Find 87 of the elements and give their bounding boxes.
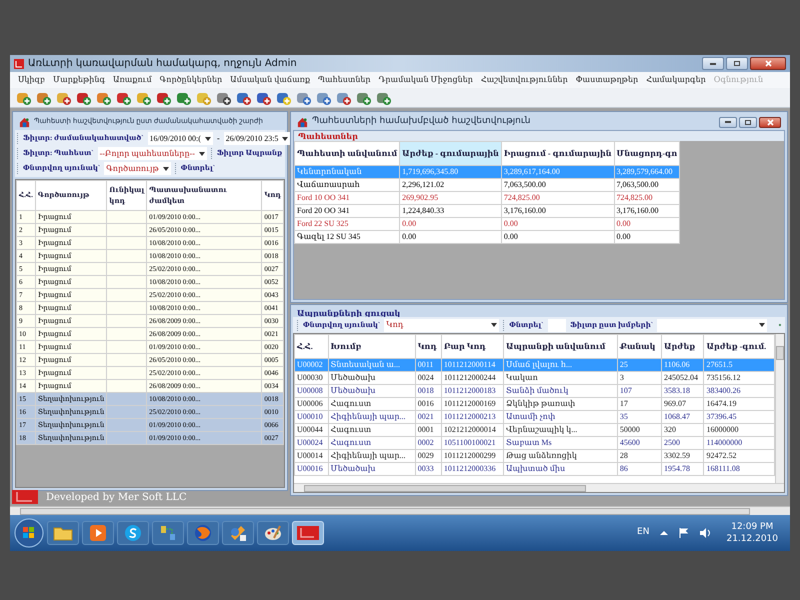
table-row[interactable]: Վաճառասրահ 2,296,121.02 7,063,500.00 7,063,500.00 <box>294 178 680 192</box>
arrow-up-icon[interactable] <box>660 529 668 537</box>
close-button[interactable] <box>750 57 786 70</box>
table-row[interactable]: U00030 Մեծածախ 0024 1011212000244 Կակաո 3 245052.04 735156.12 <box>294 372 774 384</box>
caret-icon <box>204 136 211 140</box>
window-title: Պահեստների համախմբված հաշվետվություն <box>312 115 530 128</box>
table-row[interactable]: U00044 Հագուստ 0001 1021212000014 Վերնաշապիկ կ... 50000 320 16000000 <box>294 424 774 436</box>
close-icon <box>766 118 774 126</box>
dropdown[interactable]: Գործառույթ <box>104 162 171 175</box>
maximize-button[interactable] <box>726 57 748 70</box>
column-header[interactable]: Պահեստի անվանում <box>294 142 400 166</box>
minimize-button[interactable] <box>719 116 737 128</box>
caret-icon <box>162 166 169 170</box>
table-cell: 1011212000336 <box>441 462 504 476</box>
horizontal-scrollbar[interactable] <box>294 483 784 492</box>
table-cell: 0.00 <box>614 230 680 244</box>
speaker-icon[interactable] <box>700 528 712 538</box>
menu-item[interactable]: Առաքում <box>113 74 152 86</box>
menu-item[interactable]: Հաշվետվություններ <box>480 74 568 86</box>
close-button[interactable] <box>759 116 781 128</box>
table-row[interactable]: U00008 Մեծածախ 0018 1011212000183 Տանձի մածուկ 107 3583.18 383400.26 <box>294 384 774 398</box>
house-icon <box>297 116 308 128</box>
dropdown[interactable]: --Բոլոր պահեստները-- <box>98 147 207 160</box>
caret-icon <box>282 136 288 140</box>
dropdown[interactable]: Կոդ <box>384 318 500 332</box>
maximize-button[interactable] <box>739 116 757 128</box>
menu-item[interactable]: Դրամական Միջոցներ <box>378 74 473 86</box>
search-field[interactable] <box>548 318 566 332</box>
caret-icon <box>491 323 498 327</box>
menu-item[interactable]: Պահեստներ <box>318 74 371 86</box>
house-icon <box>19 116 30 128</box>
table-cell: 0033 <box>415 462 442 476</box>
table-row[interactable]: Ford 10 OO 341 269,902.95 724,825.00 724,825.00 <box>294 192 680 204</box>
menu-item[interactable]: Գործընկերներ <box>160 74 222 86</box>
flag-icon[interactable] <box>679 528 690 538</box>
range-separator: - <box>216 132 220 144</box>
table-cell: 0.00 <box>501 230 614 244</box>
caret-icon <box>759 323 766 327</box>
table-cell: 0.00 <box>400 230 502 244</box>
table-row[interactable]: Ford 20 OO 341 1,224,840.33 3,176,160.00 3,176,160.00 <box>294 204 680 218</box>
table-cell: Ապխտած միս <box>504 462 618 476</box>
table-row[interactable]: U00010 Հիգիենայի պար... 0021 1011212000213 Ատամի չոփ 35 1068.47 37396.45 <box>294 410 774 424</box>
column-header[interactable]: Ապրանքի անվանում <box>504 334 618 358</box>
window-title: Առևտրի կառավարման համակարգ, ողջույն Admin <box>28 57 297 71</box>
table-row[interactable]: U00006 Հագուստ 0016 1011212000169 Ձկնկիթ թառափ 17 969.07 16474.19 <box>294 398 774 410</box>
close-icon <box>764 60 772 67</box>
column-header[interactable]: Հ.Հ. <box>294 334 328 358</box>
chat-icon[interactable] <box>117 521 149 545</box>
app-logo-icon[interactable] <box>292 521 324 545</box>
company-logo-icon <box>12 490 38 504</box>
table-row[interactable]: Ford 22 SU 325 0.00 0.00 0.00 <box>294 218 680 230</box>
table-row[interactable]: U00024 Հագուստ 0002 1051100100021 Տաբատ Ms 45600 2500 114000000 <box>294 436 774 450</box>
status-text: Developed by Mer Soft LLC <box>46 490 187 504</box>
play-icon[interactable] <box>82 521 114 545</box>
clock[interactable]: 12:09 PM 21.12.2010 <box>726 521 778 545</box>
group-title: Պահեստներ <box>298 130 358 142</box>
table-cell: 1954.78 <box>661 462 704 476</box>
table-cell: Մեծածախ <box>328 462 416 476</box>
table-cell: U00016 <box>294 462 328 476</box>
menu-item[interactable]: Մարքեթինգ <box>52 74 106 86</box>
column-header[interactable]: Իրացում - գումարային <box>501 142 614 166</box>
table-row[interactable]: U00014 Հիգիենայի պար... 0029 1011212000299 Թաց անձեռոցիկ 28 3302.59 92472.52 <box>294 450 774 462</box>
horizontal-scrollbar[interactable] <box>10 506 790 515</box>
date-field[interactable]: 26/09/2010 23:5 <box>224 132 290 145</box>
group-title: Ապրանքների ցուցակ <box>296 307 402 317</box>
column-header[interactable]: Արժեք - գումարային <box>400 142 502 166</box>
language-indicator[interactable]: EN <box>637 526 650 540</box>
start-button[interactable] <box>14 518 44 548</box>
menu-item[interactable]: Փաստաթղթեր <box>576 74 638 86</box>
folder-icon[interactable] <box>47 521 79 545</box>
network-icon[interactable] <box>152 521 184 545</box>
minimize-button[interactable] <box>702 57 724 70</box>
table-row[interactable]: Գազել 12 SU 345 0.00 0.00 0.00 <box>294 230 680 244</box>
app-logo-icon <box>14 58 24 68</box>
vertical-scrollbar[interactable] <box>775 334 784 483</box>
globe-icon[interactable] <box>187 521 219 545</box>
palette-icon[interactable] <box>257 521 289 545</box>
table-cell: 168111.08 <box>704 462 774 476</box>
menu-item[interactable]: Սկիզբ <box>18 74 45 86</box>
date-field[interactable]: 16/09/2010 00:( <box>148 132 213 145</box>
menu-item[interactable]: Ամսական վաճառք <box>230 74 310 86</box>
menu-item[interactable]: Համակարգեր <box>646 74 706 86</box>
tools-icon[interactable] <box>222 521 254 545</box>
table-cell: Գազել 12 SU 345 <box>294 230 400 244</box>
table-row[interactable]: U00016 Մեծածախ 0033 1011212000336 Ապխտած միս 86 1954.78 168111.08 <box>294 462 774 476</box>
table-cell: 86 <box>617 462 662 476</box>
caret-icon <box>198 152 205 156</box>
